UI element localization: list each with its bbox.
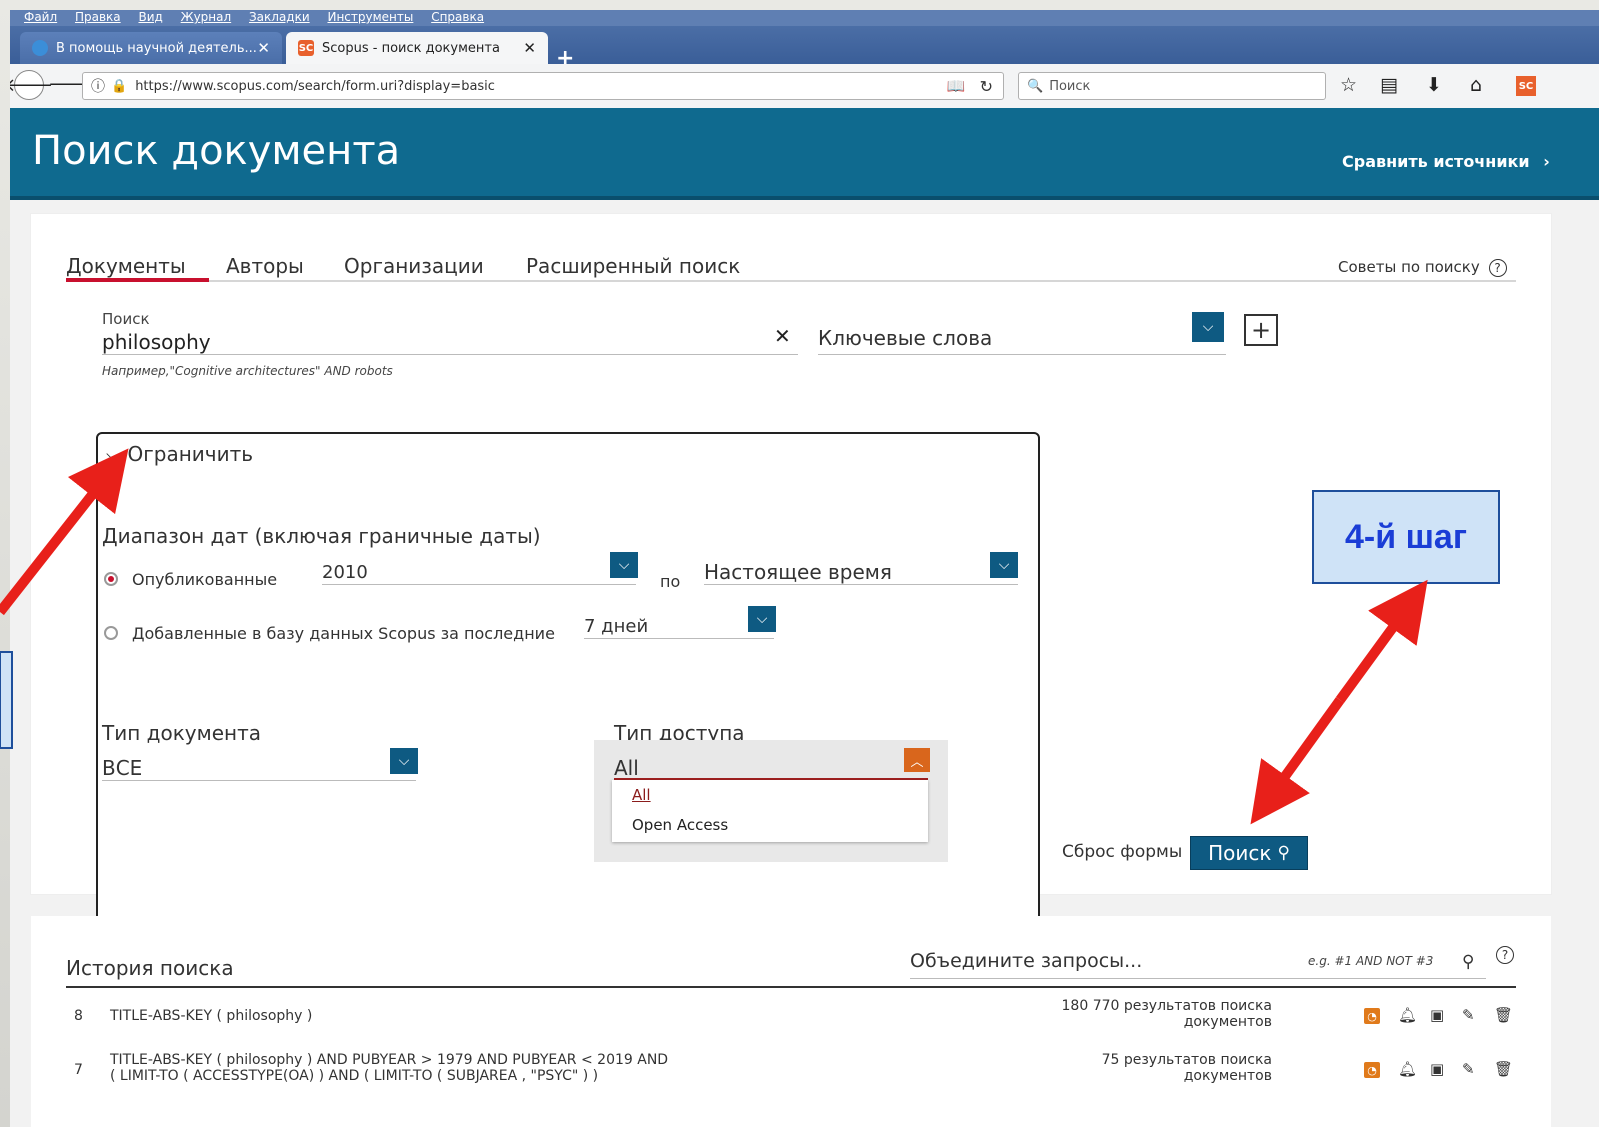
arrow-to-limit bbox=[0, 448, 129, 616]
annotation-arrows bbox=[0, 448, 1428, 825]
arrow-to-search-button bbox=[1250, 697, 1345, 825]
partial-callout-box bbox=[0, 651, 13, 749]
arrow-to-step-box bbox=[1335, 579, 1428, 703]
